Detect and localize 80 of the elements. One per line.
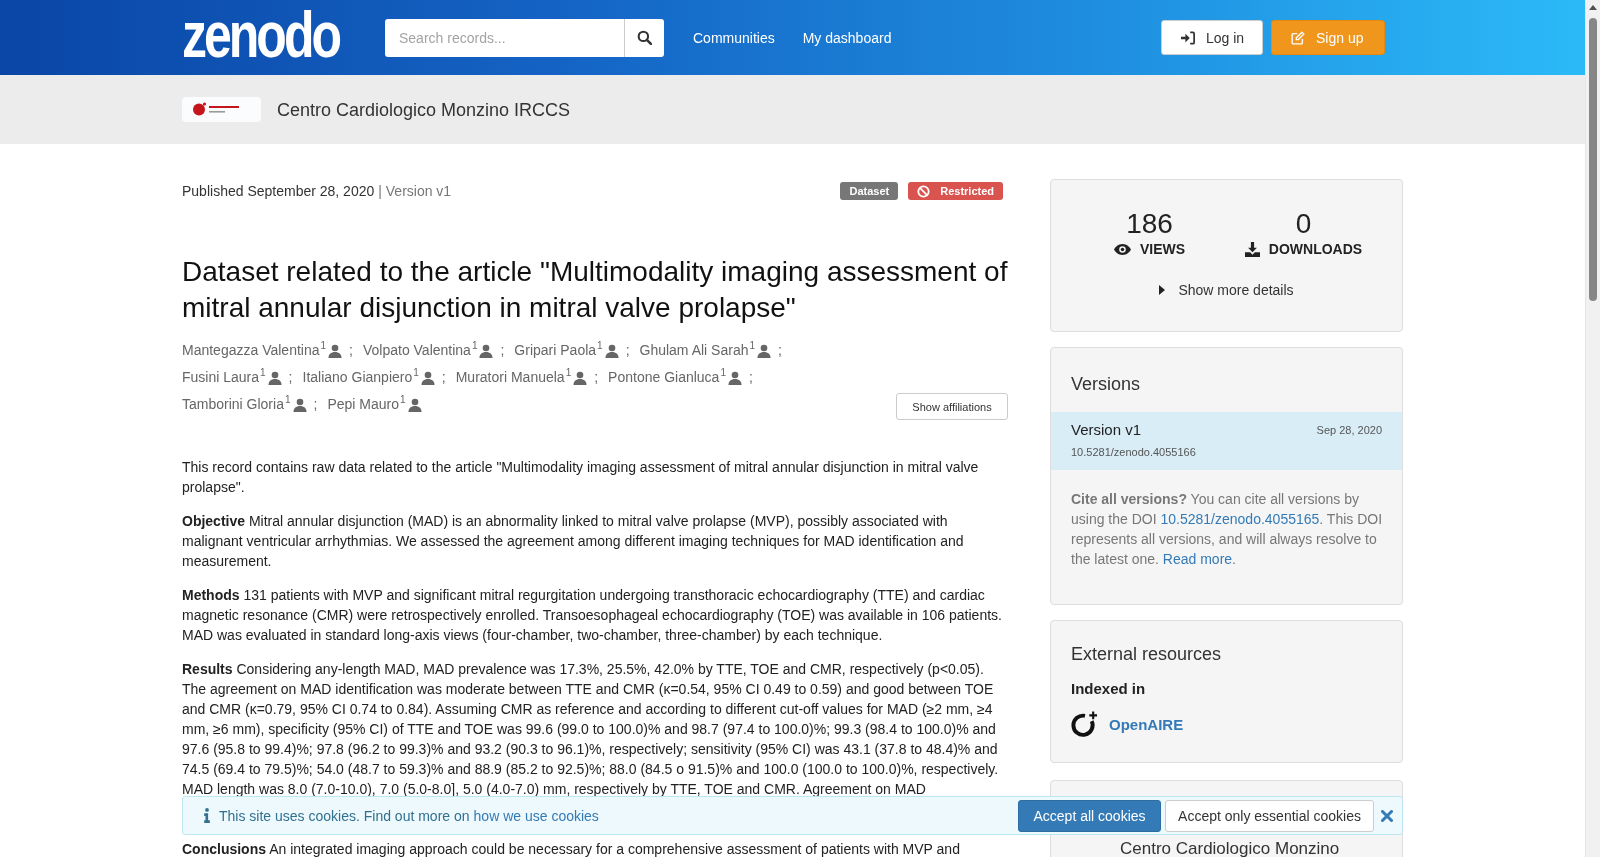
cookie-policy-link[interactable]: how we use cookies (473, 807, 599, 824)
description-paragraph: Results Considering any-length MAD, MAD prevalence was 17.3%, 25.5%, 42.0% by TTE, TOE and CMR, respectively (p<0.05). The agreement on MAD identification was moderate between TTE and CMR (κ=0.54, 95% CI 0.49 to 0.59) and good between TOE and CMR (κ=0.79, 95% CI 0.74 to 0.84). Assuming CMR as reference and according to different cut-off values for MAD (≥2 mm, ≥4 mm, ≥6 mm), specificity (95% CI) of TTE and TOE was 99.6 (99.0 to 100.0)% and 98.7 (97.4 to 100.0)%; 99.3 (98.4 to 100.0)% and 97.6 (95.8 to 99.4)%; 97.8 (96.2 to 99.3)% and 93.2 (90.3 to 96.1)%, respectively; sensitivity (95% CI) was 43.1 (37.8 to 48.4)% and 74.5 (69.4 to 79.5)%; 54.0 (48.7 to 59.3)% and 88.9 (85.2 to 92.5)%; 88.0 (84.5 o 91.5)% and 100.0 (100.0 to 100.0)%, respectively. MAD length was 8.0 (7.0-10.0), 7.0 (5.0-8.0], 5.0 (4.0-7.0) mm, respectively by TTE, TOE and CMR. Agreement on MAD (182, 660, 1000, 799)
info-icon (204, 808, 210, 823)
community-title[interactable]: Centro Cardiologico Monzino IRCCS (277, 98, 571, 121)
show-more-details-toggle[interactable]: Show more details (1159, 280, 1294, 300)
search-icon (637, 30, 652, 45)
nav-link[interactable]: My dashboard (802, 27, 892, 48)
user-icon (573, 370, 588, 385)
login-button[interactable]: Log in (1161, 20, 1263, 55)
user-icon (292, 397, 307, 412)
user-icon (407, 397, 422, 412)
show-affiliations-button[interactable]: Show affiliations (896, 393, 1008, 420)
user-icon (479, 343, 494, 358)
version-label: | Version v1 (378, 182, 452, 201)
author-separator: ; (500, 341, 505, 360)
author-name: Volpato Valentina$^{1}$ (362, 339, 478, 360)
author-separator: ; (349, 341, 353, 360)
type-badge: Dataset (840, 182, 899, 200)
user-icon (420, 370, 435, 385)
site-logo[interactable]: zenodo (182, 9, 339, 60)
stat-label: VIEWS (1139, 240, 1186, 258)
pencil-square-icon (1291, 30, 1305, 45)
close-button[interactable] (1381, 809, 1393, 822)
stat-label: DOWNLOADS (1268, 240, 1363, 258)
accept-essential-button[interactable]: Accept only essential cookies (1165, 799, 1374, 832)
access-label: Restricted (940, 184, 994, 198)
author-name: Pepi Mauro$^{1}$ (327, 393, 406, 414)
author-separator: ; (441, 368, 446, 387)
author-separator: ; (313, 395, 318, 414)
version-row[interactable]: Version v1 Sep 28, 2020 10.5281/zenodo.4055166 (1051, 412, 1402, 470)
version-date: Sep 28, 2020 (1316, 423, 1382, 438)
close-icon (1381, 809, 1393, 822)
search-field[interactable]: Search records... (385, 18, 624, 57)
stat-count: 0 (1295, 209, 1312, 239)
circle-arc-logo-icon (1071, 711, 1098, 738)
scrollbar[interactable] (1585, 0, 1600, 857)
resource-link[interactable]: OpenAIRE (1109, 714, 1184, 735)
author-name: Gripari Paola$^{1}$ (514, 339, 603, 360)
author-separator: ; (748, 368, 753, 387)
accept-all-button[interactable]: Accept all cookies (1018, 799, 1161, 832)
user-icon (727, 370, 742, 385)
user-icon (757, 343, 772, 358)
author-name: Tamborini Gloria$^{1}$ (182, 393, 291, 414)
read-more-link[interactable]: Read more (1162, 551, 1233, 567)
nav-link[interactable]: Communities (693, 27, 775, 48)
author-name: Muratori Manuela$^{1}$ (455, 366, 572, 387)
panel-title: Versions (1071, 373, 1142, 395)
author-name: Mantegazza Valentina$^{1}$ (182, 339, 327, 360)
eye-icon (1113, 243, 1131, 255)
version-doi: 10.5281/zenodo.4055166 (1071, 445, 1197, 460)
version-title: Version v1 (1071, 420, 1142, 440)
download-icon (1244, 241, 1260, 257)
author-name: Italiano Gianpiero$^{1}$ (302, 366, 419, 387)
panel-title: Centro Cardiologico Monzino (1120, 840, 1341, 857)
user-icon (267, 370, 282, 385)
user-icon (328, 343, 343, 358)
description-paragraph: Objective Mitral annular disjunction (MAD) is an abnormality linked to mitral valve prolapse (MVP), possibly associated with malignant ventricular arrhythmias. We assessed the agreement among different imaging techniques for MAD identification and measurement. (182, 512, 965, 571)
cite-note: Cite all versions? You can cite all versions by using the DOI 10.5281/zenodo.4055165. This DOI represents all versions, and will always resolve to the latest one. Read more. (1071, 490, 1384, 569)
author-separator: ; (778, 341, 782, 360)
author-name: Pontone Gianluca$^{1}$ (608, 366, 726, 387)
description-paragraph: This record contains raw data related to the article "Multimodality imaging assessment of mitral annular disjunction in mitral valve prolapse". (182, 458, 980, 497)
author-separator: ; (625, 341, 630, 360)
record-title: Dataset related to the article "Multimodality imaging assessment of mitral annular disjunction in mitral valve prolapse" (182, 255, 1008, 325)
search-button[interactable] (624, 18, 664, 57)
scrollbar-thumb[interactable] (1589, 18, 1597, 301)
author-name: Ghulam Ali Sarah$^{1}$ (639, 339, 756, 360)
author-separator: ; (594, 368, 599, 387)
user-icon (604, 343, 619, 358)
ban-icon (917, 184, 931, 198)
description-paragraph: Methods 131 patients with MVP and significant mitral regurgitation undergoing transthoracic echocardiography (TTE) and cardiac magnetic resonance (CMR) were retrospectively enrolled. Transoesophageal echocardiography (TOE) was available in 106 patients. MAD was evaluated in standard long-axis views (four-chamber, two-chamber, three-chamber) by each technique. (182, 586, 1003, 645)
arrow-bracket-icon (1181, 30, 1195, 45)
indexed-in-label: Indexed in (1071, 679, 1147, 699)
author-name: Fusini Laura$^{1}$ (182, 366, 266, 387)
stat-count: 186 (1126, 209, 1173, 239)
panel-title: External resources (1071, 643, 1223, 665)
cookie-message: This site uses cookies. Find out more on how we use cookies (219, 806, 599, 826)
description-paragraph: Conclusions An integrated imaging approach could be necessary for a comprehensive assessment of patients with MVP and (182, 841, 961, 857)
scroll-up-arrow-icon (1589, 5, 1597, 10)
publication-date: Published September 28, 2020 (182, 182, 375, 201)
author-separator: ; (288, 368, 293, 387)
